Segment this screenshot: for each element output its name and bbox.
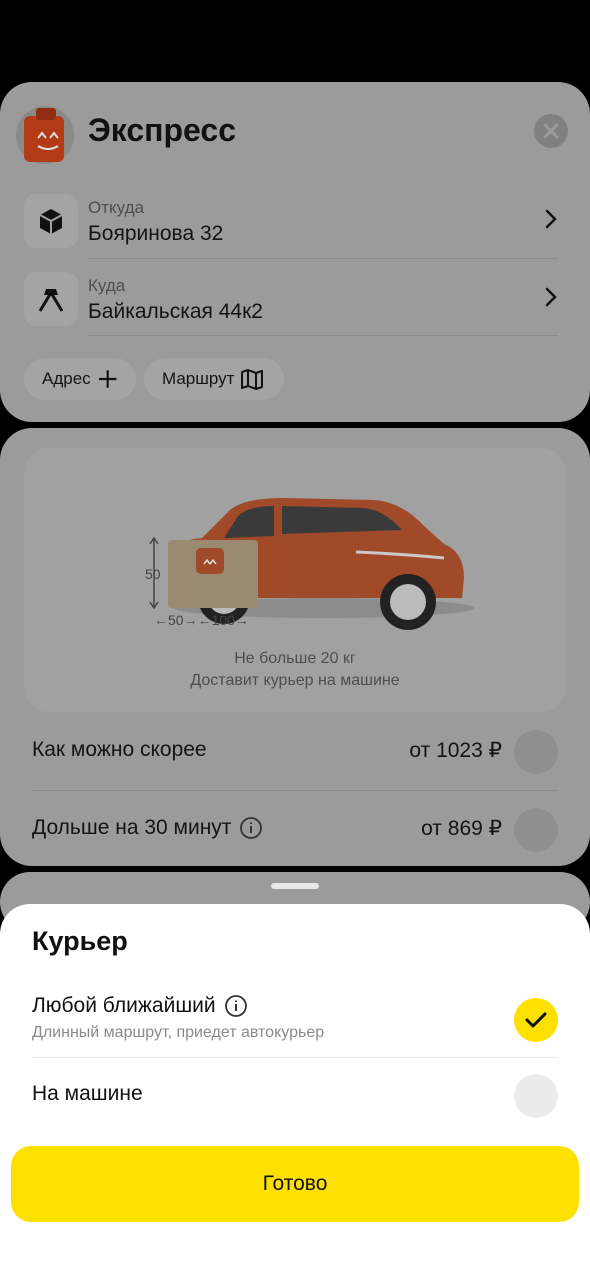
page-title: Экспресс	[88, 112, 236, 148]
box-size-label: ←50→←100→	[154, 612, 249, 628]
weight-limit-text: Не больше 20 кг	[234, 650, 356, 667]
option-price: от 869 ₽	[421, 817, 502, 840]
courier-option-by-car[interactable]: На машине	[32, 1074, 558, 1118]
add-address-label: Адрес	[42, 369, 91, 388]
close-button[interactable]	[534, 114, 568, 148]
divider	[88, 335, 558, 336]
option-plus-30-min[interactable]: Дольше на 30 минут от 869 ₽	[32, 794, 558, 866]
option-radio[interactable]	[514, 730, 558, 774]
option-label: Дольше на 30 минут	[32, 816, 232, 839]
info-icon[interactable]	[224, 994, 248, 1018]
from-label: Откуда	[88, 198, 144, 217]
courier-type-text: Доставит курьер на машине	[190, 672, 400, 689]
courier-option-label: Любой ближайший	[32, 994, 216, 1017]
option-radio[interactable]	[514, 808, 558, 852]
divider	[88, 258, 558, 259]
done-button[interactable]: Готово	[11, 1146, 579, 1222]
to-label: Куда	[88, 276, 126, 295]
box-height-label: 50	[145, 566, 161, 582]
checkmark-selected[interactable]	[514, 998, 558, 1042]
from-address-row[interactable]: Откуда Бояринова 32	[24, 186, 558, 256]
add-address-button[interactable]: Адрес	[24, 358, 136, 400]
option-price: от 1023 ₽	[409, 739, 502, 762]
to-value: Байкальская 44к2	[88, 300, 263, 323]
vehicle-illustration-panel: 50 ←50→←100→ Не больше 20 кг Доставит ку…	[24, 448, 566, 712]
to-address-row[interactable]: Куда Байкальская 44к2	[24, 264, 558, 334]
tariff-card: 50 ←50→←100→ Не больше 20 кг Доставит ку…	[0, 428, 590, 866]
chevron-right-icon	[545, 209, 557, 229]
divider	[32, 1057, 558, 1058]
sheet-title: Курьер	[32, 926, 128, 956]
close-icon	[543, 123, 559, 139]
option-label: Как можно скорее	[32, 738, 207, 761]
courier-option-label: На машине	[32, 1082, 143, 1105]
order-card: Экспресс Откуда Бояринова 32 Куда Байкал…	[0, 82, 590, 422]
car-illustration	[149, 498, 474, 630]
divider	[32, 790, 558, 791]
courier-option-any-nearest[interactable]: Любой ближайший Длинный маршрут, приедет…	[32, 994, 558, 1042]
info-icon[interactable]	[239, 816, 263, 840]
from-value: Бояринова 32	[88, 222, 224, 245]
route-label: Маршрут	[162, 369, 235, 388]
radio-unselected[interactable]	[514, 1074, 558, 1118]
sheet-drag-handle[interactable]	[271, 883, 319, 889]
route-map-button[interactable]: Маршрут	[144, 358, 284, 400]
express-logo-icon	[14, 106, 80, 164]
option-asap[interactable]: Как можно скорее от 1023 ₽	[32, 716, 558, 788]
flags-icon	[24, 272, 78, 326]
map-icon	[241, 369, 264, 390]
box-icon	[24, 194, 78, 248]
check-icon	[525, 1012, 547, 1028]
courier-bottom-sheet: Курьер Любой ближайший Длинный маршрут, …	[0, 904, 590, 1280]
courier-option-subtitle: Длинный маршрут, приедет автокурьер	[32, 1024, 325, 1041]
chevron-right-icon	[545, 287, 557, 307]
plus-icon	[98, 370, 117, 388]
